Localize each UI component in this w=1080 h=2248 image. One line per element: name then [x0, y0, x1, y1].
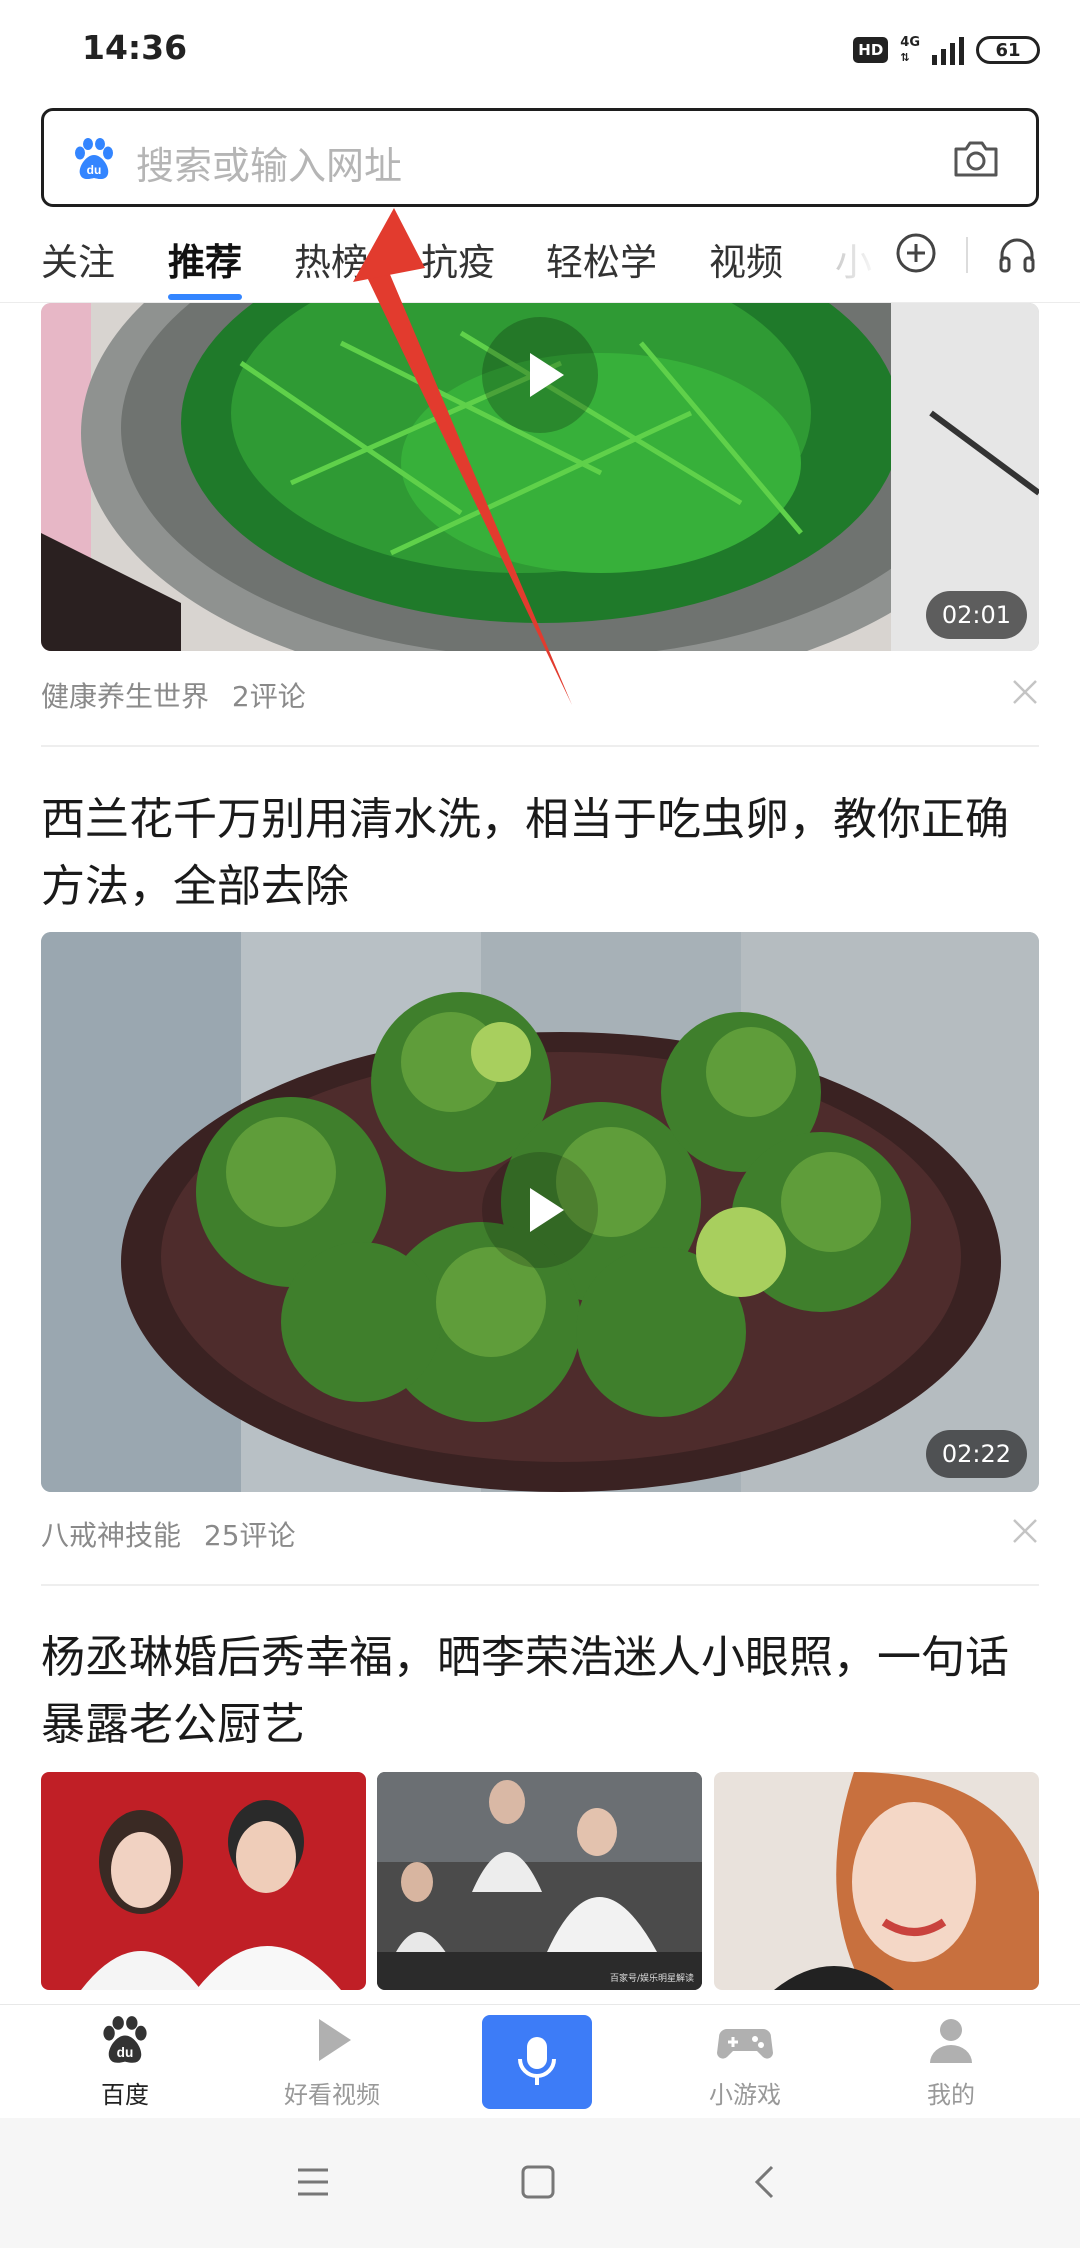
item-meta: 健康养生世界 2评论 [41, 675, 306, 715]
play-icon [319, 2019, 351, 2061]
news-image-3[interactable] [714, 1772, 1039, 1990]
baidu-paw-icon: du [103, 2016, 147, 2063]
headphone-icon[interactable] [996, 233, 1038, 275]
voice-search-button[interactable] [482, 2015, 592, 2109]
feed-divider [41, 1584, 1039, 1586]
active-tab-indicator [168, 294, 242, 300]
nav-label: 我的 [927, 2081, 975, 2109]
search-input[interactable]: 搜索或输入网址 [136, 135, 402, 190]
article-title[interactable]: 杨丞琳婚后秀幸福，晒李荣浩迷人小眼照，一句话暴露老公厨艺 [41, 1624, 1039, 1758]
nav-me[interactable]: 我的 [876, 2015, 1026, 2110]
video-thumbnail-spinach[interactable]: 02:01 [41, 303, 1039, 651]
tabs-divider [966, 237, 968, 273]
menu-icon[interactable] [296, 2166, 330, 2198]
news-image-1[interactable] [41, 1772, 366, 1990]
microphone-icon [518, 2037, 556, 2085]
status-icons: HD 4G ⇅ 61 [853, 32, 1040, 68]
tab-recommend[interactable]: 推荐 [168, 232, 242, 286]
news-image-2[interactable]: 百家号/娱乐明星解读 [377, 1772, 702, 1990]
bottom-nav: du 百度 好看视频 小游戏 我的 [0, 2004, 1080, 2117]
network-indicator: 4G ⇅ [900, 35, 920, 65]
nav-label: 百度 [101, 2081, 149, 2109]
hd-badge: HD [853, 37, 889, 63]
tab-hot[interactable]: 热榜 [294, 232, 368, 286]
svg-text:du: du [117, 2045, 134, 2060]
network-type: 4G [900, 35, 920, 50]
nav-mini-games[interactable]: 小游戏 [670, 2015, 820, 2110]
search-bar[interactable]: du 搜索或输入网址 [41, 108, 1039, 207]
comment-count[interactable]: 25评论 [204, 1519, 296, 1552]
nav-baidu[interactable]: du 百度 [50, 2015, 200, 2110]
video-thumbnail-broccoli[interactable]: 02:22 [41, 932, 1039, 1492]
image-caption: 百家号/娱乐明星解读 [609, 1974, 694, 1984]
status-time: 14:36 [82, 28, 188, 67]
system-nav-bar [0, 2118, 1080, 2248]
add-channel-icon[interactable] [895, 232, 937, 274]
play-button[interactable] [482, 317, 598, 433]
data-arrows-icon: ⇅ [900, 51, 910, 64]
source-name[interactable]: 八戒神技能 [41, 1519, 181, 1552]
tab-video[interactable]: 视频 [709, 232, 783, 286]
source-name[interactable]: 健康养生世界 [41, 680, 209, 713]
feed-divider [41, 745, 1039, 747]
nav-haokan-video[interactable]: 好看视频 [257, 2015, 407, 2110]
camera-icon[interactable] [952, 139, 1000, 179]
user-icon [930, 2019, 972, 2063]
tab-fade [820, 222, 880, 302]
video-duration: 02:22 [925, 1430, 1027, 1478]
couple-photo [41, 1772, 366, 1990]
gamepad-icon [717, 2029, 773, 2059]
battery-level: 61 [995, 39, 1021, 61]
svg-text:du: du [87, 163, 102, 177]
item-meta: 八戒神技能 25评论 [41, 1514, 296, 1554]
play-icon [530, 1188, 564, 1232]
play-button[interactable] [482, 1152, 598, 1268]
baidu-logo-icon: du [75, 138, 113, 180]
dismiss-icon[interactable] [1011, 1517, 1039, 1545]
tab-follow[interactable]: 关注 [41, 232, 115, 286]
play-icon [530, 353, 564, 397]
video-duration: 02:01 [925, 591, 1027, 639]
tab-easy-learn[interactable]: 轻松学 [546, 232, 657, 286]
signal-icon [932, 35, 964, 65]
back-icon[interactable] [752, 2164, 776, 2200]
comment-count[interactable]: 2评论 [232, 680, 306, 713]
tab-epidemic[interactable]: 抗疫 [421, 232, 495, 286]
dismiss-icon[interactable] [1011, 678, 1039, 706]
nav-label: 小游戏 [709, 2081, 781, 2109]
kitchen-photo [377, 1772, 702, 1990]
battery-icon: 61 [976, 36, 1040, 64]
article-title[interactable]: 西兰花千万别用清水洗，相当于吃虫卵，教你正确方法，全部去除 [41, 786, 1039, 920]
home-icon[interactable] [520, 2164, 556, 2200]
nav-label: 好看视频 [284, 2081, 380, 2109]
selfie-photo [714, 1772, 1039, 1990]
